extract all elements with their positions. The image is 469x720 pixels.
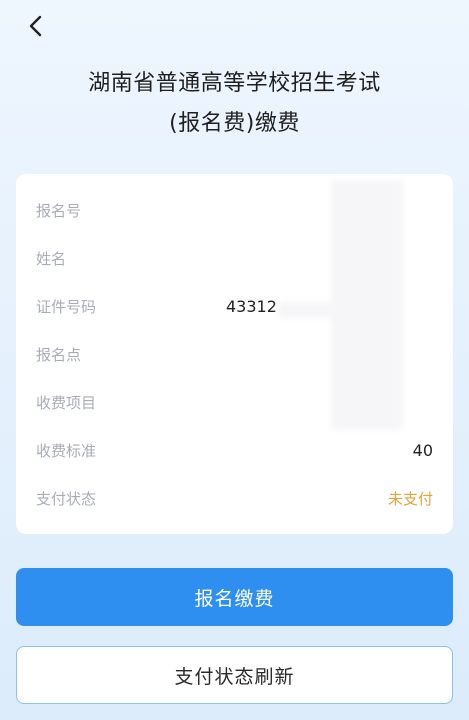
info-row-fee-standard: 收费标准 40 bbox=[16, 436, 453, 466]
pay-registration-fee-button[interactable]: 报名缴费 bbox=[16, 568, 453, 626]
chevron-left-icon bbox=[29, 15, 42, 37]
info-label: 姓名 bbox=[36, 250, 67, 268]
info-label: 报名号 bbox=[36, 202, 82, 220]
status-badge: 未支付 bbox=[387, 490, 433, 508]
info-label: 支付状态 bbox=[36, 490, 97, 508]
page-title-line1: 湖南省普通高等学校招生考试 bbox=[88, 71, 381, 96]
payment-info-card: 报名号 姓名 证件号码 43312 报名点 收费项目 收费标准 40 支付状态 … bbox=[16, 174, 453, 534]
page-title-line2: (报名费)缴费 bbox=[169, 111, 300, 136]
info-label: 收费标准 bbox=[36, 442, 97, 460]
info-label: 证件号码 bbox=[36, 298, 97, 316]
redaction-blur bbox=[278, 302, 388, 318]
info-value: 40 bbox=[412, 441, 433, 460]
info-label: 收费项目 bbox=[36, 394, 97, 412]
info-label: 报名点 bbox=[36, 346, 82, 364]
refresh-payment-status-button[interactable]: 支付状态刷新 bbox=[16, 646, 453, 704]
page-title: 湖南省普通高等学校招生考试 (报名费)缴费 bbox=[0, 64, 469, 144]
info-row-payment-status: 支付状态 未支付 bbox=[16, 484, 453, 514]
info-value: 43312 bbox=[226, 297, 277, 316]
back-button[interactable] bbox=[18, 8, 54, 44]
